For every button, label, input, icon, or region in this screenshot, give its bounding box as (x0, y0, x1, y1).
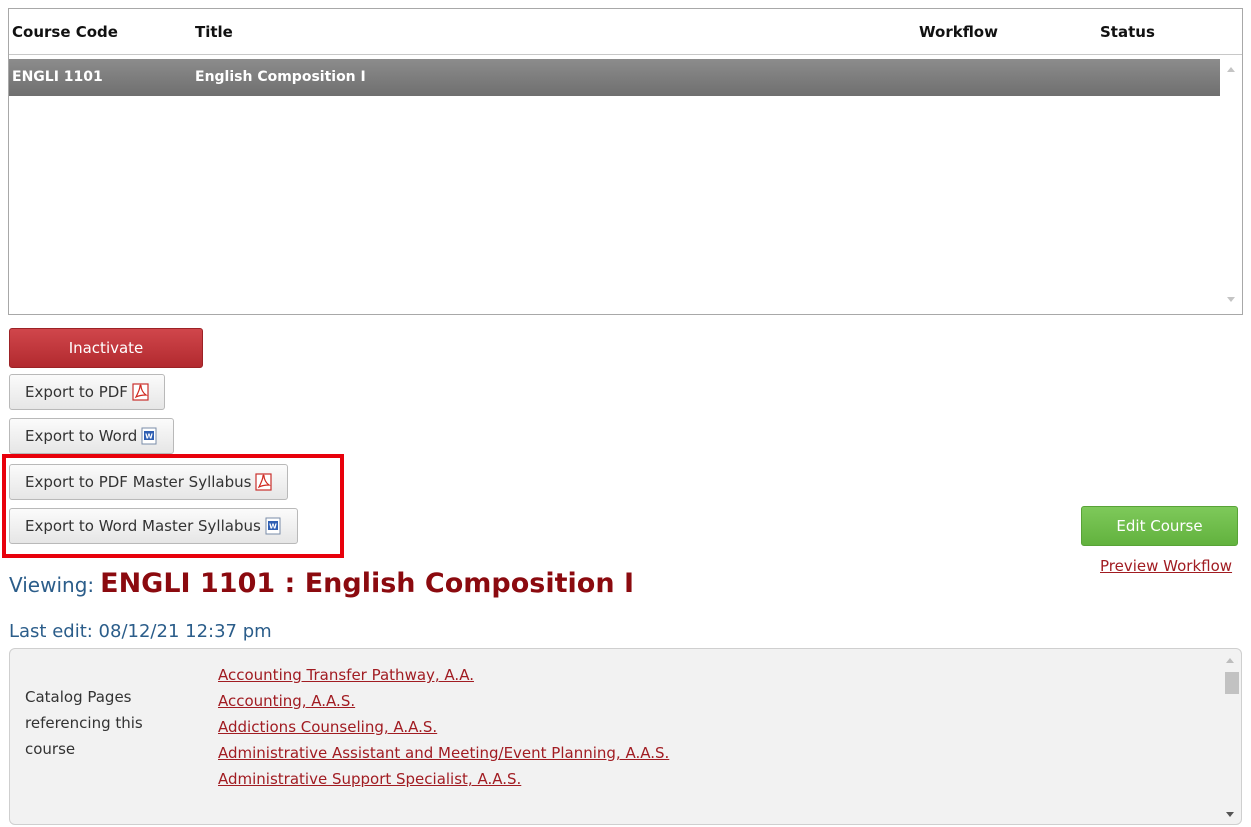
export-word-master-syllabus-button[interactable]: Export to Word Master Syllabus W (9, 508, 298, 544)
catalog-pages-panel: Catalog Pages referencing this course Ac… (9, 648, 1242, 825)
viewing-heading: Viewing: ENGLI 1101 : English Compositio… (9, 568, 634, 599)
grid-scrollbar[interactable] (1220, 55, 1242, 314)
list-item: Administrative Assistant and Meeting/Eve… (218, 744, 669, 770)
last-edit-text: Last edit: 08/12/21 12:37 pm (9, 621, 272, 642)
catalog-page-link[interactable]: Administrative Assistant and Meeting/Eve… (218, 744, 669, 762)
export-word-master-label: Export to Word Master Syllabus (25, 517, 261, 535)
column-header-course-code[interactable]: Course Code (12, 23, 118, 41)
list-item: Accounting, A.A.S. (218, 692, 669, 718)
grid-header: Course Code Title Workflow Status (9, 9, 1242, 55)
catalog-scrollbar[interactable] (1220, 650, 1240, 823)
catalog-page-link[interactable]: Addictions Counseling, A.A.S. (218, 718, 437, 736)
word-document-icon: W (141, 427, 158, 445)
export-pdf-master-syllabus-button[interactable]: Export to PDF Master Syllabus (9, 464, 289, 500)
scrollbar-thumb[interactable] (1225, 672, 1239, 694)
export-pdf-master-label: Export to PDF Master Syllabus (25, 473, 252, 491)
list-item: Accounting Transfer Pathway, A.A. (218, 666, 669, 692)
column-header-status[interactable]: Status (1100, 23, 1155, 41)
export-pdf-label: Export to PDF (25, 383, 128, 401)
scroll-down-arrow-icon[interactable] (1227, 297, 1235, 302)
catalog-pages-list: Accounting Transfer Pathway, A.A. Accoun… (218, 666, 669, 796)
export-word-label: Export to Word (25, 427, 138, 445)
cell-title: English Composition I (195, 69, 366, 85)
export-word-button[interactable]: Export to Word W (9, 418, 175, 454)
svg-text:W: W (269, 523, 277, 531)
catalog-pages-label: Catalog Pages referencing this course (25, 688, 143, 758)
edit-course-button[interactable]: Edit Course (1081, 506, 1238, 546)
pdf-icon (132, 383, 149, 401)
column-header-title[interactable]: Title (195, 23, 233, 41)
preview-workflow-link[interactable]: Preview Workflow (1100, 557, 1232, 575)
catalog-page-link[interactable]: Accounting Transfer Pathway, A.A. (218, 666, 474, 684)
column-header-workflow[interactable]: Workflow (919, 23, 998, 41)
grid-body: ENGLI 1101 English Composition I (9, 55, 1242, 314)
inactivate-button[interactable]: Inactivate (9, 328, 203, 368)
catalog-page-link[interactable]: Accounting, A.A.S. (218, 692, 355, 710)
svg-text:W: W (145, 433, 153, 441)
list-item: Addictions Counseling, A.A.S. (218, 718, 669, 744)
catalog-page-link[interactable]: Administrative Support Specialist, A.A.S… (218, 770, 521, 788)
export-pdf-button[interactable]: Export to PDF (9, 374, 165, 410)
list-item: Administrative Support Specialist, A.A.S… (218, 770, 669, 796)
page-title: ENGLI 1101 : English Composition I (100, 568, 635, 599)
word-document-icon: W (265, 517, 282, 535)
cell-course-code: ENGLI 1101 (12, 69, 103, 85)
course-grid: Course Code Title Workflow Status ENGLI … (8, 8, 1243, 315)
table-row[interactable]: ENGLI 1101 English Composition I (9, 59, 1220, 96)
scroll-up-arrow-icon[interactable] (1227, 67, 1235, 72)
viewing-prefix: Viewing: (9, 573, 95, 597)
pdf-icon (255, 473, 273, 491)
scroll-down-arrow-icon[interactable] (1226, 812, 1234, 817)
scroll-up-arrow-icon[interactable] (1226, 658, 1234, 663)
